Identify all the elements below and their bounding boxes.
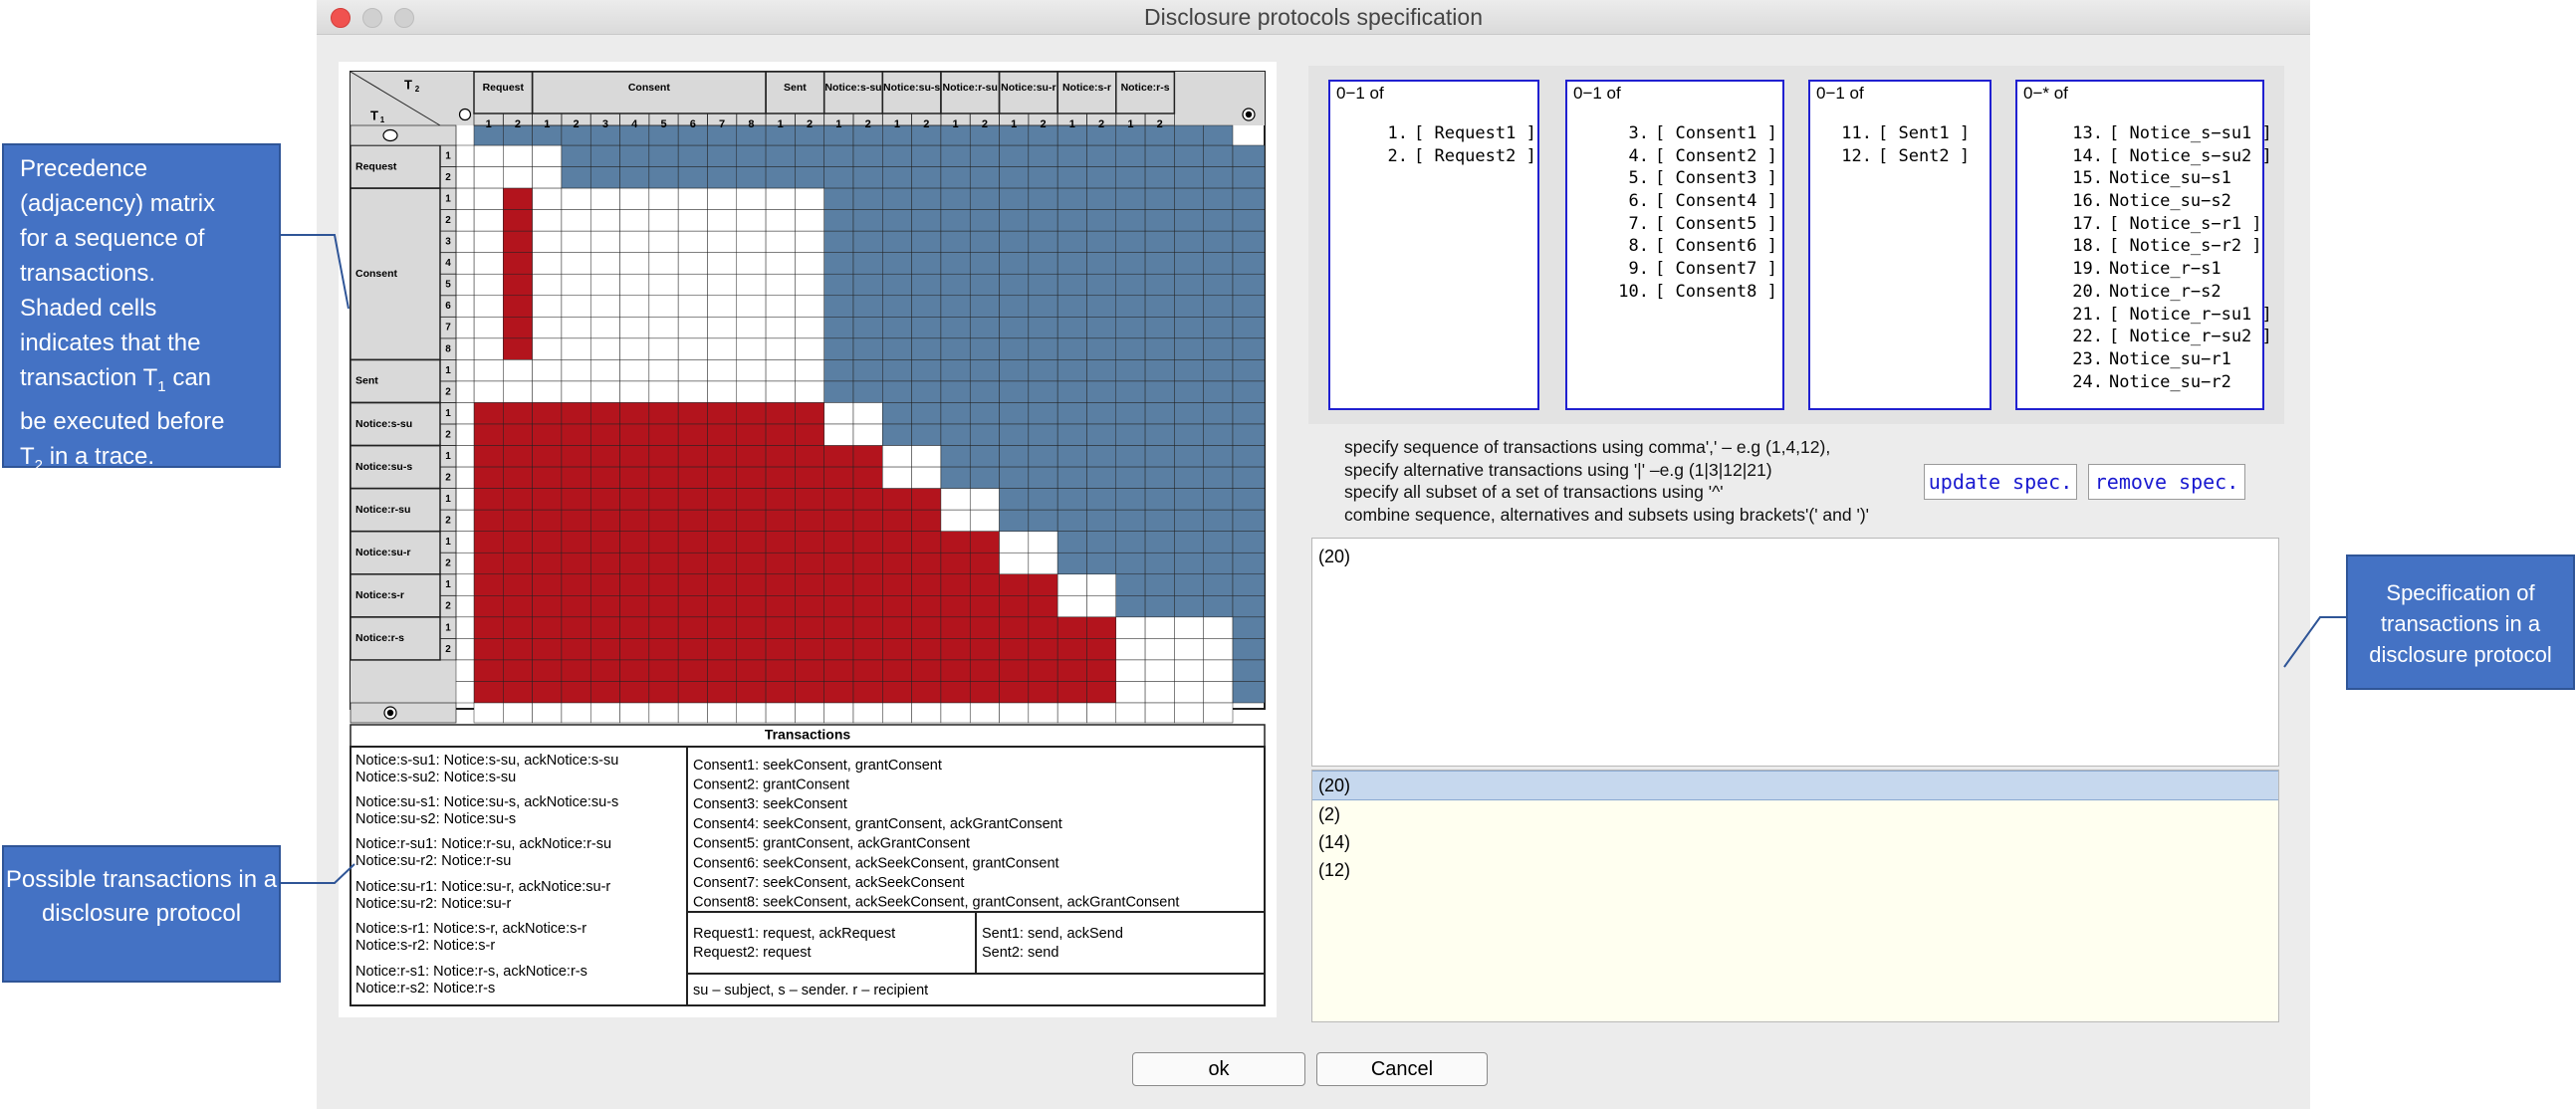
callout-text: T bbox=[20, 442, 35, 470]
spec-callout-line bbox=[2283, 616, 2346, 668]
callout-line: Shaded cells bbox=[20, 295, 157, 322]
possible-transactions-callout: Possible transactions in a disclosure pr… bbox=[2, 845, 281, 983]
callout-text: in a trace. bbox=[49, 442, 155, 470]
callout-line: be executed before bbox=[20, 407, 225, 435]
callout-text: transaction T bbox=[20, 364, 158, 391]
callout-line: (adjacency) matrix bbox=[20, 190, 216, 217]
callout-line: T2 in a trace. bbox=[20, 439, 263, 483]
callout-subscript: 2 bbox=[34, 456, 44, 474]
matrix-callout: Precedence (adjacency) matrix for a sequ… bbox=[2, 143, 281, 474]
callout-line: transaction T1 can bbox=[20, 360, 263, 404]
callout-line: indicates that the bbox=[20, 330, 201, 356]
callout-connectors bbox=[281, 234, 2346, 884]
callout-line: Precedence bbox=[20, 155, 148, 182]
callout-text: can bbox=[172, 364, 212, 391]
callout-line: for a sequence of bbox=[20, 225, 205, 252]
callout-line: transactions. bbox=[20, 260, 156, 287]
matrix-callout-line bbox=[281, 234, 350, 310]
callout-subscript: 1 bbox=[157, 377, 166, 395]
possible-callout-line bbox=[281, 863, 355, 884]
spec-callout: Specification of transactions in a discl… bbox=[2346, 554, 2575, 690]
